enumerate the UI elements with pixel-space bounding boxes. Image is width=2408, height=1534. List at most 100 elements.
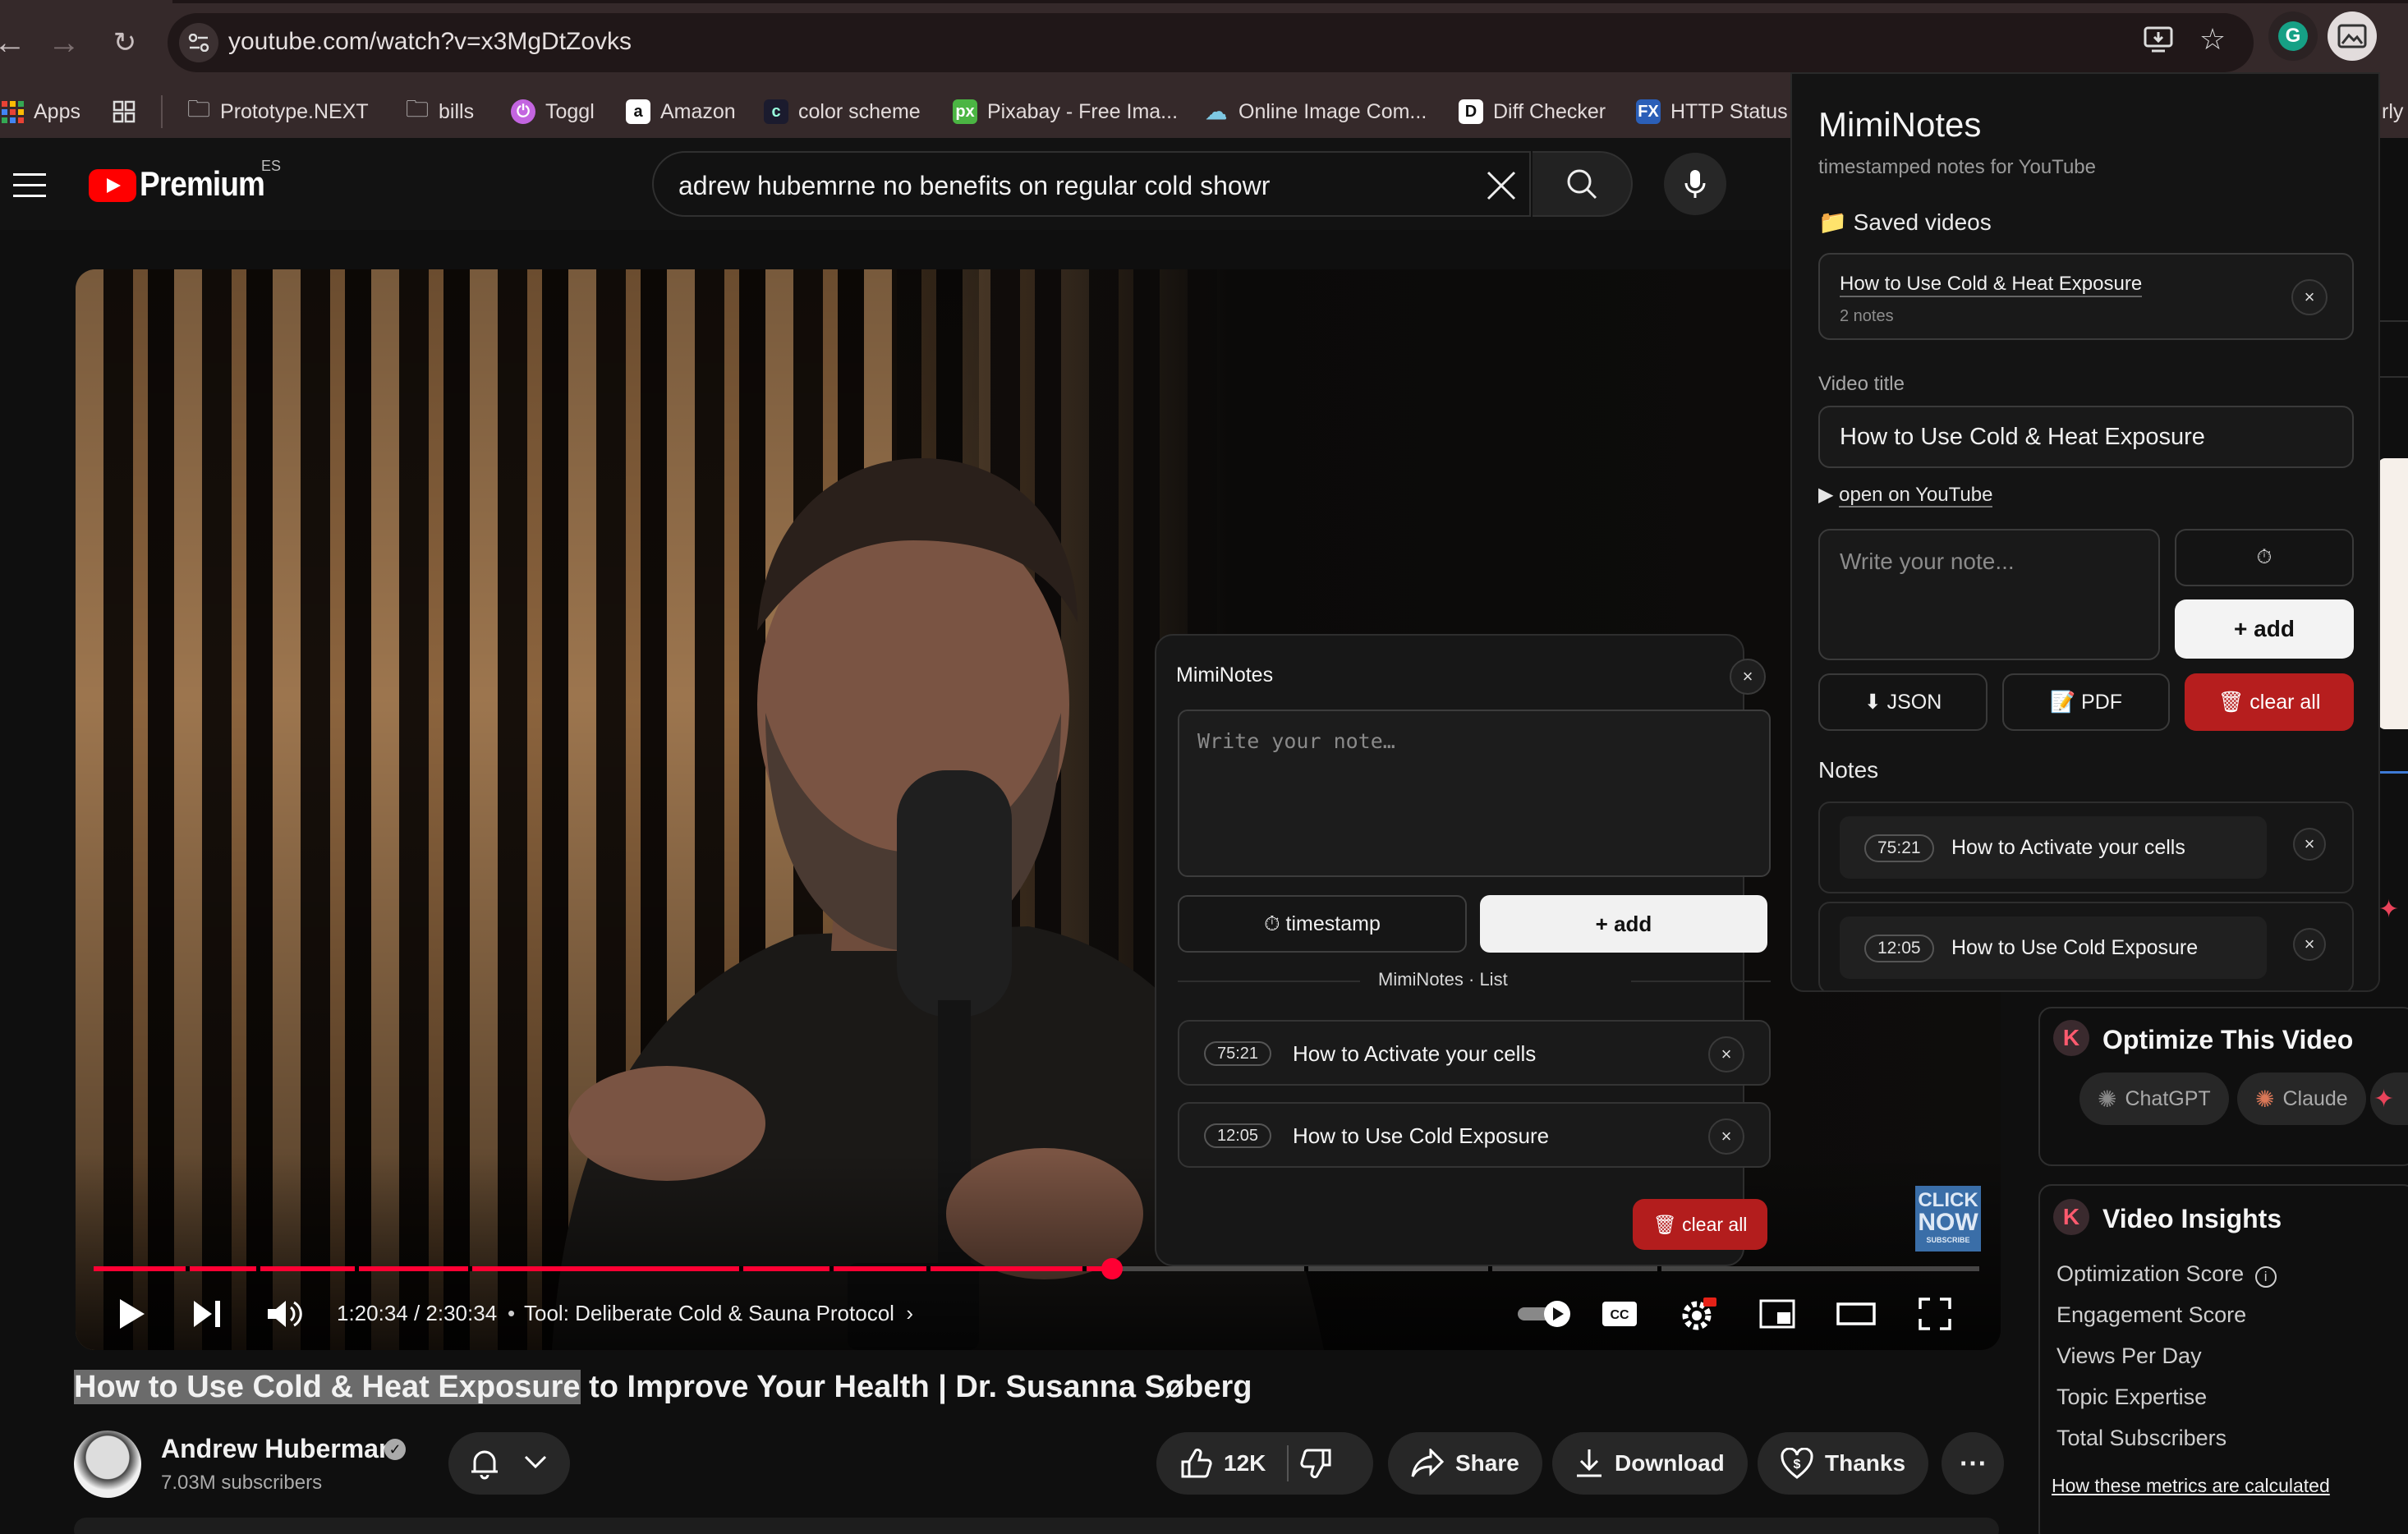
notification-bell-button[interactable]	[448, 1432, 570, 1495]
voice-search-button[interactable]	[1664, 153, 1726, 215]
folder-icon: 🗀	[406, 96, 430, 122]
download-button[interactable]: Download	[1552, 1432, 1748, 1495]
toggl-icon: ⏻	[511, 99, 535, 124]
hamburger-menu-icon[interactable]	[13, 171, 46, 197]
play-button[interactable]	[105, 1288, 158, 1340]
bookmark-toggl[interactable]: ⏻ Toggl	[511, 94, 595, 130]
overlay-close-button[interactable]: ×	[1730, 659, 1766, 695]
bookmark-color-scheme[interactable]: c color scheme	[764, 94, 921, 130]
thumbs-down-icon[interactable]	[1300, 1447, 1333, 1480]
bookmark-amazon[interactable]: a Amazon	[626, 94, 736, 130]
note-timestamp-chip[interactable]: 75:21	[1204, 1041, 1272, 1066]
bookmark-apps[interactable]: Apps	[2, 94, 80, 130]
popup-clear-all-button[interactable]: 🗑 clear all	[2185, 673, 2354, 731]
progress-scrubber[interactable]	[1101, 1258, 1123, 1279]
address-bar[interactable]: youtube.com/watch?v=x3MgDtZovks	[168, 13, 2254, 72]
popup-add-button[interactable]: + add	[2175, 599, 2354, 659]
thanks-button[interactable]: $ Thanks	[1758, 1432, 1929, 1495]
popup-note-textarea[interactable]: Write your note...	[1818, 529, 2160, 660]
saved-video-item[interactable]: How to Use Cold & Heat Exposure 2 notes …	[1818, 253, 2354, 340]
subtitles-icon[interactable]: CC	[1593, 1288, 1646, 1340]
chatgpt-button[interactable]: ✺ ChatGPT	[2079, 1072, 2229, 1125]
clear-search-icon[interactable]	[1483, 168, 1519, 204]
claude-button[interactable]: ✺ Claude	[2237, 1072, 2366, 1125]
youtube-logo-icon[interactable]	[89, 169, 136, 202]
settings-gear-icon[interactable]	[1672, 1288, 1725, 1340]
description-box-edge	[74, 1518, 1999, 1534]
diff-checker-icon: D	[1459, 99, 1483, 124]
info-icon[interactable]: i	[2254, 1266, 2277, 1288]
overlay-title: MimiNotes	[1176, 664, 1274, 687]
install-app-icon[interactable]	[2140, 21, 2176, 57]
share-button[interactable]: Share	[1388, 1432, 1542, 1495]
overlay-add-button[interactable]: + add	[1480, 895, 1767, 953]
popup-subtitle: timestamped notes for YouTube	[1818, 156, 2096, 178]
overlay-note-textarea[interactable]: Write your note…	[1178, 710, 1771, 877]
delete-note-button[interactable]: ×	[1708, 1118, 1744, 1155]
microphone-icon	[1684, 170, 1706, 198]
search-button[interactable]	[1533, 151, 1633, 217]
fullscreen-icon[interactable]	[1909, 1288, 1961, 1340]
note-timestamp-chip[interactable]: 12:05	[1864, 935, 1934, 962]
click-now-subscribe-badge[interactable]: CLICK NOW SUBSCRIBE	[1915, 1186, 1981, 1252]
bookmark-bills[interactable]: 🗀 bills	[406, 94, 474, 130]
bookmark-http-status[interactable]: FX HTTP Status	[1636, 94, 1788, 130]
overlay-timestamp-button[interactable]: ⏱ timestamp	[1178, 895, 1467, 953]
metric-optimization-score[interactable]: Optimization Score i	[2056, 1261, 2277, 1288]
reload-icon[interactable]: ↻	[103, 21, 146, 64]
channel-name[interactable]: Andrew Huberman	[161, 1434, 394, 1464]
note-row[interactable]: 12:05 How to Use Cold Exposure	[1840, 916, 2267, 979]
channel-avatar[interactable]	[74, 1431, 141, 1498]
remove-saved-video-button[interactable]: ×	[2291, 279, 2328, 315]
chapter-marker	[1304, 1266, 1308, 1271]
back-icon[interactable]: ←	[0, 21, 31, 64]
chevron-down-icon	[524, 1455, 547, 1469]
saved-video-title[interactable]: How to Use Cold & Heat Exposure	[1840, 273, 2143, 297]
theater-mode-icon[interactable]	[1830, 1288, 1882, 1340]
metrics-explanation-link[interactable]: How these metrics are calculated	[2052, 1475, 2330, 1497]
overlay-note-item[interactable]: 75:21 How to Activate your cells ×	[1178, 1020, 1771, 1086]
delete-note-button[interactable]: ×	[1708, 1036, 1744, 1072]
chapter-marker	[926, 1266, 931, 1271]
grammarly-extension-icon[interactable]: G	[2268, 11, 2318, 61]
delete-note-button[interactable]: ×	[2293, 928, 2326, 961]
overlay-list-heading: MimiNotes · List	[1378, 969, 1508, 990]
youtube-premium-logo[interactable]: Premium	[140, 164, 265, 204]
overlay-clear-all-button[interactable]: 🗑 clear all	[1633, 1199, 1767, 1250]
export-pdf-button[interactable]: 📝 PDF	[2002, 673, 2170, 731]
miminotes-extension-icon[interactable]	[2328, 11, 2377, 61]
bookmark-online-image[interactable]: ☁ Online Image Com...	[1204, 94, 1427, 130]
overlay-note-item[interactable]: 12:05 How to Use Cold Exposure ×	[1178, 1102, 1771, 1168]
bookmark-diff-checker[interactable]: D Diff Checker	[1459, 94, 1606, 130]
extensions-icon[interactable]: ⁝	[2387, 11, 2408, 61]
site-settings-icon[interactable]	[179, 23, 218, 62]
progress-bar[interactable]	[94, 1258, 1979, 1279]
video-title-input[interactable]: How to Use Cold & Heat Exposure	[1818, 406, 2354, 468]
like-button[interactable]: 12K	[1156, 1432, 1373, 1495]
autoplay-toggle[interactable]	[1513, 1288, 1579, 1340]
export-json-button[interactable]: ⬇ JSON	[1818, 673, 1988, 731]
metric-engagement-score: Engagement Score	[2056, 1302, 2247, 1327]
next-button[interactable]	[181, 1288, 233, 1340]
bookmark-prototype-next[interactable]: 🗀 Prototype.NEXT	[187, 94, 369, 130]
note-timestamp-chip[interactable]: 75:21	[1864, 834, 1934, 862]
note-row[interactable]: 75:21 How to Activate your cells	[1840, 816, 2267, 879]
open-on-youtube-link[interactable]: ▶ open on YouTube	[1818, 483, 1993, 508]
subscriber-count: 7.03M subscribers	[161, 1472, 323, 1494]
note-timestamp-chip[interactable]: 12:05	[1204, 1123, 1272, 1148]
miniplayer-icon[interactable]	[1751, 1288, 1804, 1340]
note-text: How to Use Cold Exposure	[1293, 1123, 1550, 1148]
popup-timestamp-button[interactable]: ⏱	[2175, 529, 2354, 586]
bookmark-star-icon[interactable]: ☆	[2194, 21, 2231, 57]
divider	[1631, 981, 1771, 982]
volume-icon[interactable]	[258, 1288, 310, 1340]
delete-note-button[interactable]: ×	[2293, 828, 2326, 861]
chapter-title[interactable]: Tool: Deliberate Cold & Sauna Protocol ›	[524, 1301, 913, 1326]
search-input[interactable]: adrew hubemrne no benefits on regular co…	[652, 151, 1531, 217]
forward-icon[interactable]: →	[43, 21, 85, 64]
bookmark-pixabay[interactable]: px Pixabay - Free Ima...	[953, 94, 1178, 130]
popup-title: MimiNotes	[1818, 105, 1982, 144]
saved-video-note-count: 2 notes	[1840, 307, 1894, 325]
tab-groups-icon[interactable]	[112, 94, 136, 130]
more-actions-icon[interactable]: ⋯	[1942, 1432, 2004, 1495]
